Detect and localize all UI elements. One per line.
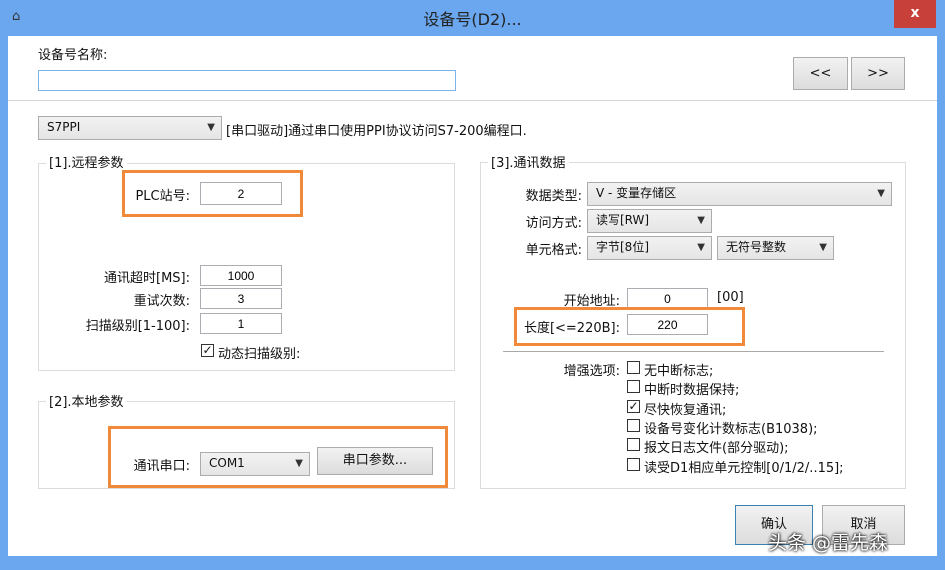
chevron-down-icon: ▼ [697,215,705,226]
option-checkbox[interactable] [627,457,640,471]
serial-params-button[interactable]: 串口参数... [317,447,433,475]
data-type-label: 数据类型: [525,189,582,204]
timeout-input[interactable] [200,265,282,286]
driver-value: S7PPI [47,120,81,134]
format-value: 字节[8位] [596,240,649,254]
separator [8,100,937,101]
dynamic-scan-checkbox[interactable]: ✓ [201,344,214,357]
option-label: 无中断标志; [644,364,714,379]
data-type-value: V - 变量存储区 [596,186,677,200]
option-checkbox[interactable]: ✓ [627,399,640,413]
scan-level-input[interactable] [200,313,282,334]
option-label: 中断时数据保持; [644,383,740,399]
remote-params-legend: [1].远程参数 [46,152,127,171]
length-input[interactable] [627,314,708,335]
option-label: 设备号变化计数标志(B1038); [644,421,818,437]
chevron-down-icon: ▼ [877,188,885,199]
chevron-down-icon: ▼ [295,458,303,469]
option-checkbox[interactable] [627,438,640,452]
start-address-input[interactable] [627,288,708,309]
access-label: 访问方式: [525,216,582,231]
format-select[interactable]: 字节[8位] ▼ [587,236,712,260]
format2-value: 无符号整数 [726,240,787,254]
device-name-label: 设备号名称: [38,48,108,63]
next-button[interactable]: >> [851,57,905,90]
watermark: 头条 @雷先森 [768,532,889,554]
window-title: 设备号(D2)... [423,10,522,29]
driver-description: [串口驱动]通过串口使用PPI协议访问S7-200编程口. [226,124,527,139]
close-button[interactable]: x [894,0,936,28]
option-label: 读受D1相应单元控制[0/1/2/..15]; [644,460,844,476]
plc-station-label: PLC站号: [135,189,190,204]
access-select[interactable]: 读写[RW] ▼ [587,209,712,233]
retry-input[interactable] [200,288,282,309]
serial-port-label: 通讯串口: [133,459,190,474]
length-label: 长度[<=220B]: [523,321,620,336]
scan-level-label: 扫描级别[1-100]: [85,319,190,334]
chevron-down-icon: ▼ [697,242,705,253]
timeout-label: 通讯超时[MS]: [104,271,190,286]
serial-port-value: COM1 [209,456,245,470]
divider [503,351,884,352]
prev-button[interactable]: << [793,57,848,90]
format2-select[interactable]: 无符号整数 ▼ [717,236,834,260]
local-params-legend: [2].本地参数 [46,391,127,410]
chevron-down-icon: ▼ [819,242,827,253]
chevron-down-icon: ▼ [207,122,215,133]
option-checkbox[interactable] [627,380,640,394]
data-type-select[interactable]: V - 变量存储区 ▼ [587,182,892,206]
option-label: 尽快恢复通讯; [644,402,727,418]
driver-select[interactable]: S7PPI ▼ [38,116,222,140]
option-checkbox[interactable] [627,361,640,374]
retry-label: 重试次数: [133,294,190,309]
plc-station-input[interactable] [200,182,282,205]
serial-port-select[interactable]: COM1 ▼ [200,452,310,476]
device-name-input[interactable] [38,70,456,91]
options-label: 增强选项: [563,364,620,379]
comm-data-legend: [3].通讯数据 [488,152,569,171]
option-checkbox[interactable] [627,418,640,432]
dynamic-scan-label: 动态扫描级别: [218,347,301,362]
start-address-hex: [00] [717,290,744,305]
format-label: 单元格式: [525,243,582,258]
access-value: 读写[RW] [596,213,650,227]
option-label: 报文日志文件(部分驱动); [644,441,789,457]
